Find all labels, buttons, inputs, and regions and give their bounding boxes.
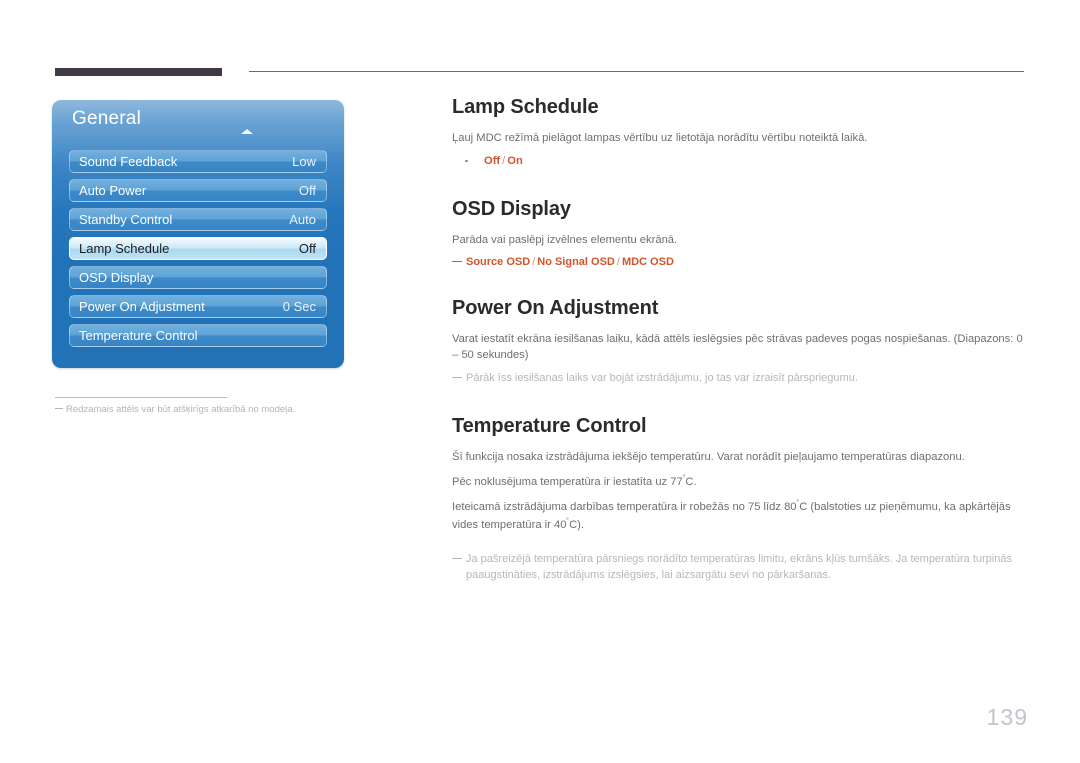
dash-marker xyxy=(452,261,462,263)
section-power-on-adjustment: Power On Adjustment Varat iestatīt ekrān… xyxy=(452,297,1030,387)
osd-row-label: OSD Display xyxy=(79,270,154,285)
section-note-text: Ja pašreizējā temperatūra pārsniegs norā… xyxy=(466,552,1012,581)
section-note: Ja pašreizējā temperatūra pārsniegs norā… xyxy=(452,552,1030,584)
osd-row-standby-control[interactable]: Standby Control Auto xyxy=(69,208,327,231)
header-divider-rule xyxy=(249,71,1024,72)
section-body: Ļauj MDC režīmā pielāgot lampas vērtību … xyxy=(452,132,868,144)
option-value: No Signal OSD xyxy=(537,256,615,269)
osd-menu-title: General xyxy=(72,108,141,129)
osd-row-value: Off xyxy=(298,183,316,198)
osd-row-power-on-adjustment[interactable]: Power On Adjustment 0 Sec xyxy=(69,295,327,318)
section-body-range-temp: Ieteicamā izstrādājuma darbības temperat… xyxy=(452,498,1030,534)
section-body: Varat iestatīt ekrāna iesilšanas laiku, … xyxy=(452,333,1023,362)
option-value: Source OSD xyxy=(466,256,531,269)
default-temp-prefix: Pēc noklusējuma temperatūra ir iestatīta… xyxy=(452,476,683,489)
dash-marker xyxy=(55,408,63,409)
osd-row-temperature-control[interactable]: Temperature Control xyxy=(69,324,327,347)
header-accent-bar xyxy=(55,68,222,76)
section-body: Šī funkcija nosaka izstrādājuma iekšējo … xyxy=(452,451,965,464)
osd-row-label: Lamp Schedule xyxy=(79,241,170,256)
section-heading: Lamp Schedule xyxy=(452,96,599,118)
option-separator: / xyxy=(616,256,620,269)
osd-row-value: Auto xyxy=(289,212,316,227)
option-list-lamp-schedule: Off / On xyxy=(452,154,1030,170)
option-value: MDC OSD xyxy=(621,256,674,269)
model-note: Redzamais attēls var būt atšķirīgs atkar… xyxy=(55,404,385,415)
osd-row-value: Off xyxy=(298,241,316,256)
osd-row-value: 0 Sec xyxy=(282,299,316,314)
model-note-rule xyxy=(55,397,227,398)
chevron-up-icon[interactable] xyxy=(241,129,253,134)
section-body-default-temp: Pēc noklusējuma temperatūra ir iestatīta… xyxy=(452,473,1030,491)
option-list-osd-display: Source OSD / No Signal OSD / MDC OSD xyxy=(452,255,1030,271)
section-temperature-control: Temperature Control Šī funkcija nosaka i… xyxy=(452,415,1030,584)
section-heading: OSD Display xyxy=(452,197,571,220)
section-heading: Temperature Control xyxy=(452,415,647,438)
osd-row-lamp-schedule[interactable]: Lamp Schedule Off xyxy=(69,237,327,260)
osd-row-value: Low xyxy=(292,154,316,169)
dash-marker xyxy=(452,377,462,379)
default-temp-suffix: C. xyxy=(685,476,697,489)
dash-marker xyxy=(452,557,462,559)
bullet-dot-icon xyxy=(465,159,468,163)
osd-row-label: Standby Control xyxy=(79,212,173,227)
osd-row-label: Auto Power xyxy=(79,183,147,198)
range-temp-prefix: Ieteicamā izstrādājuma darbības temperat… xyxy=(452,500,797,513)
osd-row-osd-display[interactable]: OSD Display xyxy=(69,266,327,289)
osd-menu-panel: General Sound Feedback Low Auto Power Of… xyxy=(52,100,344,368)
section-note-text: Pārāk īss iesilšanas laiks var bojāt izs… xyxy=(466,372,858,385)
osd-row-label: Power On Adjustment xyxy=(79,299,205,314)
option-value: On xyxy=(507,154,523,167)
osd-row-sound-feedback[interactable]: Sound Feedback Low xyxy=(69,150,327,173)
model-note-text: Redzamais attēls var būt atšķirīgs atkar… xyxy=(66,404,296,415)
page-number: 139 xyxy=(986,704,1028,730)
section-heading: Power On Adjustment xyxy=(452,297,659,320)
osd-row-auto-power[interactable]: Auto Power Off xyxy=(69,179,327,202)
range-temp-suffix: C). xyxy=(569,518,585,531)
option-value: Off xyxy=(484,154,501,167)
section-body: Parāda vai paslēpj izvēlnes elementu ekr… xyxy=(452,233,678,246)
section-note: Pārāk īss iesilšanas laiks var bojāt izs… xyxy=(452,371,1030,387)
section-osd-display: OSD Display Parāda vai paslēpj izvēlnes … xyxy=(452,198,1030,272)
section-lamp-schedule: Lamp Schedule Ļauj MDC režīmā pielāgot l… xyxy=(452,96,1030,170)
manual-content-column: Lamp Schedule Ļauj MDC režīmā pielāgot l… xyxy=(452,96,1030,588)
osd-row-label: Sound Feedback xyxy=(79,154,178,169)
osd-row-label: Temperature Control xyxy=(79,328,198,343)
